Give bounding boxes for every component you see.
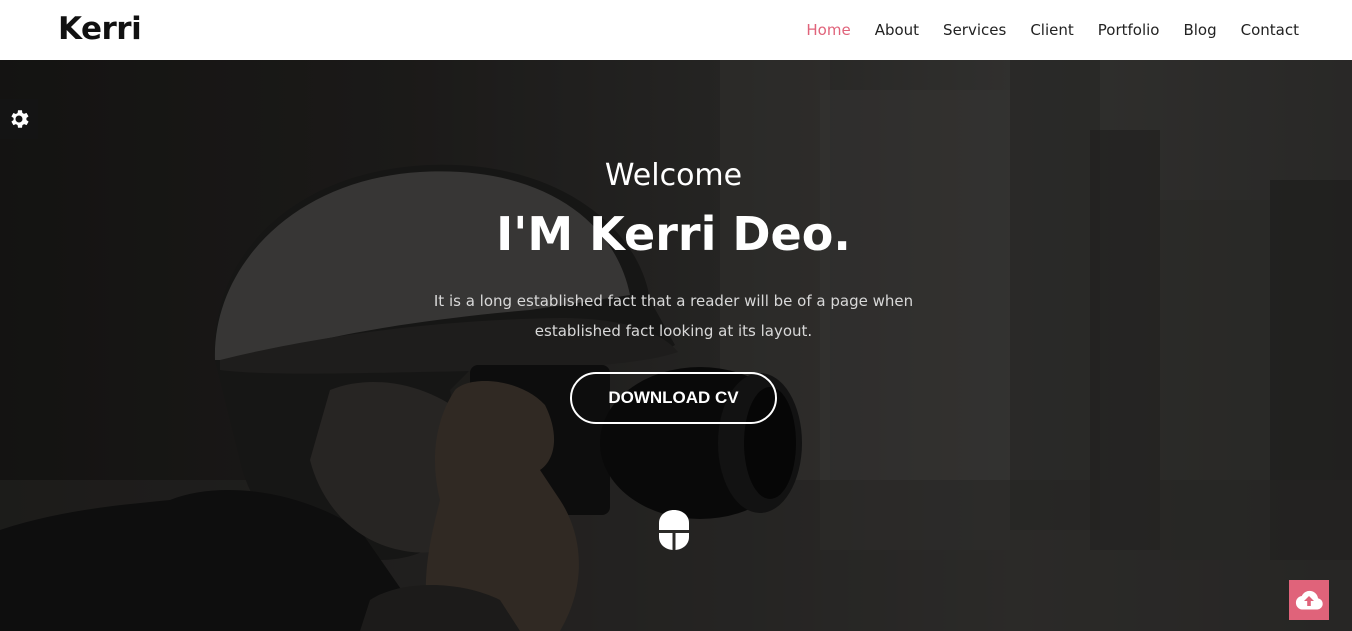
nav-item-services[interactable]: Services — [943, 21, 1006, 39]
main-nav: Home About Services Client Portfolio Blo… — [782, 0, 1299, 60]
top-navbar: Kerri Home About Services Client Portfol… — [0, 0, 1352, 60]
hero-content: Welcome I'M Kerri Deo. It is a long esta… — [0, 0, 1352, 631]
mouse-icon[interactable] — [658, 509, 690, 551]
nav-item-home[interactable]: Home — [806, 21, 850, 39]
gear-icon — [11, 110, 29, 128]
hero-description: It is a long established fact that a rea… — [433, 292, 914, 340]
nav-item-client[interactable]: Client — [1030, 21, 1073, 39]
hero-headline: I'M Kerri Deo. — [496, 207, 851, 261]
nav-item-contact[interactable]: Contact — [1241, 21, 1299, 39]
brand-logo[interactable]: Kerri — [58, 11, 142, 47]
nav-item-portfolio[interactable]: Portfolio — [1098, 21, 1160, 39]
back-to-top-button[interactable] — [1289, 580, 1329, 620]
download-cv-button[interactable]: DOWNLOAD CV — [570, 372, 777, 424]
hero-welcome-text: Welcome — [604, 158, 743, 193]
nav-item-blog[interactable]: Blog — [1183, 21, 1216, 39]
cloud-upload-icon — [1295, 590, 1323, 610]
settings-toggle[interactable] — [0, 99, 38, 139]
nav-item-about[interactable]: About — [875, 21, 919, 39]
